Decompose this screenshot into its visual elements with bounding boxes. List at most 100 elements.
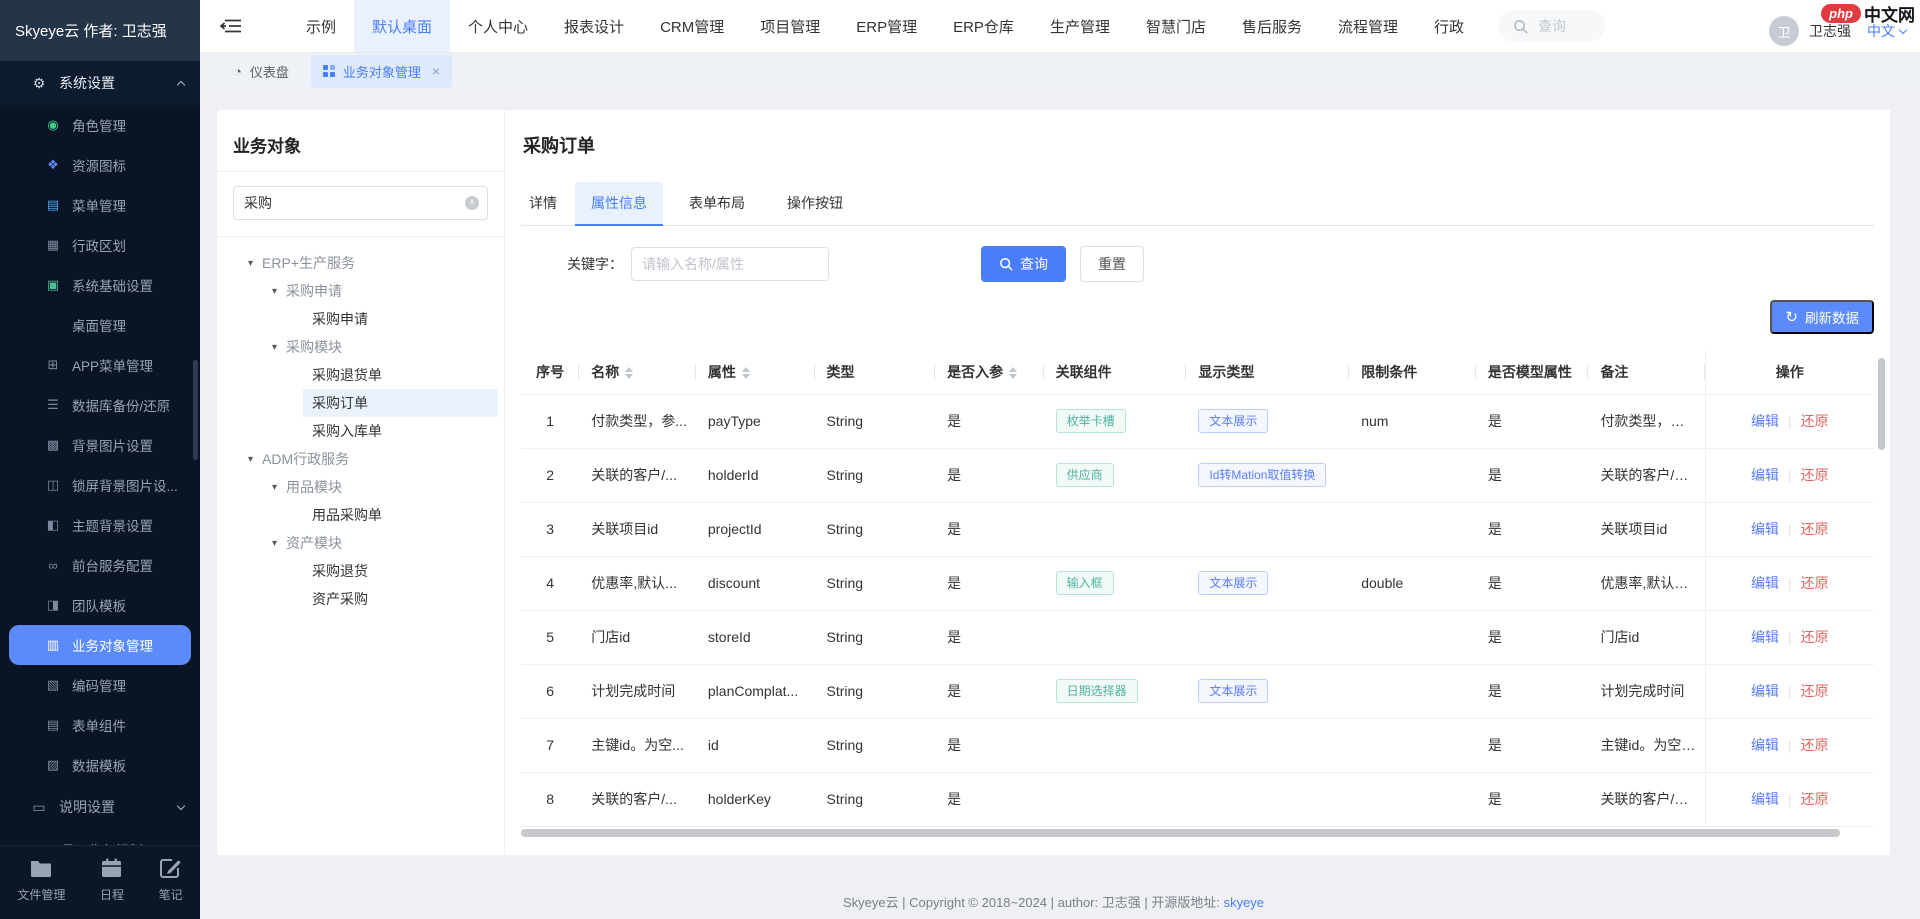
vertical-scrollbar[interactable]: [1878, 358, 1885, 828]
opensource-link[interactable]: skyeye: [1224, 895, 1264, 910]
tab-1[interactable]: 属性信息: [575, 182, 663, 226]
tree-item-11[interactable]: 采购退货: [217, 557, 504, 585]
restore-link[interactable]: 还原: [1801, 467, 1829, 483]
caret-down-icon[interactable]: ▾: [272, 286, 277, 297]
sidebar-item-13[interactable]: ▥业务对象管理: [9, 625, 191, 665]
edit-link[interactable]: 编辑: [1751, 683, 1779, 699]
nav-item-3[interactable]: 报表设计: [546, 0, 642, 52]
sidebar-item-10[interactable]: ◧主题背景设置: [0, 505, 200, 545]
sidebar-item-14[interactable]: ▧编码管理: [0, 665, 200, 705]
sidebar-item-4[interactable]: ▣系统基础设置: [0, 265, 200, 305]
edit-link[interactable]: 编辑: [1751, 521, 1779, 537]
sidebar-item-0[interactable]: ◉角色管理: [0, 105, 200, 145]
tree-search-input[interactable]: [233, 186, 488, 220]
sort-icons[interactable]: [625, 367, 633, 379]
sidebar-item-8[interactable]: ▩背景图片设置: [0, 425, 200, 465]
column-header-1[interactable]: 名称: [579, 350, 696, 394]
tree-item-4[interactable]: 采购退货单: [217, 361, 504, 389]
caret-down-icon[interactable]: ▾: [248, 258, 253, 269]
sort-icons[interactable]: [1009, 367, 1017, 379]
nav-search[interactable]: [1498, 10, 1605, 42]
refresh-data-button[interactable]: ↻ 刷新数据: [1770, 300, 1874, 334]
column-header-4[interactable]: 是否入参: [935, 350, 1044, 394]
restore-link[interactable]: 还原: [1801, 683, 1829, 699]
sidebar-item-6[interactable]: ⊞APP菜单管理: [0, 345, 200, 385]
nav-item-8[interactable]: 生产管理: [1032, 0, 1128, 52]
close-icon[interactable]: ×: [432, 64, 440, 78]
nav-item-4[interactable]: CRM管理: [642, 0, 742, 52]
nav-item-7[interactable]: ERP仓库: [935, 0, 1032, 52]
nav-search-input[interactable]: [1536, 17, 1590, 35]
caret-down-icon[interactable]: ▾: [272, 482, 277, 493]
sort-desc-icon[interactable]: [625, 374, 633, 379]
column-header-2[interactable]: 属性: [696, 350, 815, 394]
edit-link[interactable]: 编辑: [1751, 737, 1779, 753]
sort-icons[interactable]: [742, 367, 750, 379]
sort-desc-icon[interactable]: [742, 374, 750, 379]
tree-item-2[interactable]: 采购申请: [217, 305, 504, 333]
nav-item-1[interactable]: 默认桌面: [354, 0, 450, 52]
tree-item-9[interactable]: 用品采购单: [217, 501, 504, 529]
tree-item-0[interactable]: ▾ERP+生产服务: [217, 249, 504, 277]
clear-input-icon[interactable]: ×: [465, 196, 479, 210]
nav-item-2[interactable]: 个人中心: [450, 0, 546, 52]
sort-asc-icon[interactable]: [742, 367, 750, 372]
tree-item-6[interactable]: 采购入库单: [217, 417, 504, 445]
sidebar-item-5[interactable]: 桌面管理: [0, 305, 200, 345]
sidebar-item-12[interactable]: ◨团队模板: [0, 585, 200, 625]
sidebar-section-system-settings[interactable]: ⚙ 系统设置: [0, 61, 200, 105]
nav-item-5[interactable]: 项目管理: [742, 0, 838, 52]
sidebar-footer-item-2[interactable]: 笔记: [159, 858, 183, 903]
edit-link[interactable]: 编辑: [1751, 575, 1779, 591]
sidebar-item-11[interactable]: ∞前台服务配置: [0, 545, 200, 585]
restore-link[interactable]: 还原: [1801, 791, 1829, 807]
nav-item-11[interactable]: 流程管理: [1320, 0, 1416, 52]
tree-item-7[interactable]: ▾ADM行政服务: [217, 445, 504, 473]
sort-asc-icon[interactable]: [1009, 367, 1017, 372]
tree-item-12[interactable]: 资产采购: [217, 585, 504, 613]
tab-0[interactable]: 详情: [521, 182, 565, 226]
sort-asc-icon[interactable]: [625, 367, 633, 372]
nav-item-10[interactable]: 售后服务: [1224, 0, 1320, 52]
search-button[interactable]: 查询: [981, 246, 1066, 282]
reset-button[interactable]: 重置: [1080, 246, 1144, 282]
edit-link[interactable]: 编辑: [1751, 413, 1779, 429]
tree-item-1[interactable]: ▾采购申请: [217, 277, 504, 305]
edit-link[interactable]: 编辑: [1751, 629, 1779, 645]
nav-item-0[interactable]: 示例: [288, 0, 354, 52]
caret-down-icon[interactable]: ▾: [248, 454, 253, 465]
page-tab-business-object[interactable]: 业务对象管理 ×: [311, 55, 452, 88]
restore-link[interactable]: 还原: [1801, 629, 1829, 645]
edit-link[interactable]: 编辑: [1751, 791, 1779, 807]
tab-3[interactable]: 操作按钮: [771, 182, 859, 226]
tree-item-3[interactable]: ▾采购模块: [217, 333, 504, 361]
tree-item-10[interactable]: ▾资产模块: [217, 529, 504, 557]
nav-item-6[interactable]: ERP管理: [838, 0, 935, 52]
page-tab-dashboard[interactable]: ◔ 仪表盘: [222, 55, 301, 88]
edit-link[interactable]: 编辑: [1751, 467, 1779, 483]
sidebar-scrollbar[interactable]: [193, 360, 198, 460]
sidebar-item-9[interactable]: ◫锁屏背景图片设...: [0, 465, 200, 505]
restore-link[interactable]: 还原: [1801, 737, 1829, 753]
sidebar-item-3[interactable]: ▦行政区划: [0, 225, 200, 265]
horizontal-scrollbar[interactable]: [521, 829, 1874, 837]
sidebar-item-7[interactable]: ☰数据库备份/还原: [0, 385, 200, 425]
tree-item-5[interactable]: 采购订单: [217, 389, 504, 417]
sidebar-footer-item-1[interactable]: 日程: [100, 858, 124, 903]
sidebar-section-1[interactable]: ▤项目业务规划: [0, 829, 200, 845]
caret-down-icon[interactable]: ▾: [272, 342, 277, 353]
sort-desc-icon[interactable]: [1009, 374, 1017, 379]
sidebar-item-16[interactable]: ▨数据模板: [0, 745, 200, 785]
nav-item-9[interactable]: 智慧门店: [1128, 0, 1224, 52]
nav-item-12[interactable]: 行政: [1416, 0, 1482, 52]
sidebar-item-2[interactable]: ▤菜单管理: [0, 185, 200, 225]
avatar[interactable]: 卫: [1769, 16, 1799, 46]
sidebar-section-0[interactable]: ▭说明设置: [0, 785, 200, 829]
caret-down-icon[interactable]: ▾: [272, 538, 277, 549]
restore-link[interactable]: 还原: [1801, 413, 1829, 429]
restore-link[interactable]: 还原: [1801, 521, 1829, 537]
keyword-input[interactable]: [631, 247, 829, 281]
collapse-sidebar-icon[interactable]: [220, 17, 242, 35]
tab-2[interactable]: 表单布局: [673, 182, 761, 226]
sidebar-footer-item-0[interactable]: 文件管理: [17, 858, 65, 903]
